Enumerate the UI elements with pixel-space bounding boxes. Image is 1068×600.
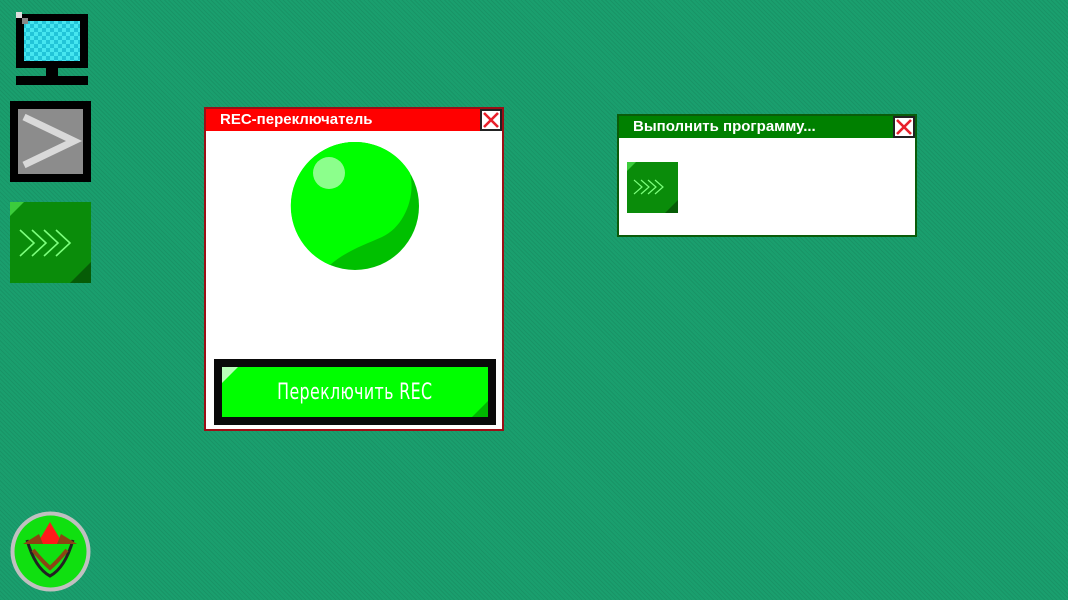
rec-toggle-window: REC-переключатель Переключить REC (204, 107, 504, 431)
run-program-window: Выполнить программу... (617, 114, 917, 237)
toggle-rec-label: Переключить REC (277, 379, 433, 405)
rec-status-indicator (290, 141, 420, 271)
run-program-icon[interactable] (10, 202, 91, 283)
run-window-close-button[interactable] (893, 116, 915, 138)
close-icon (896, 119, 912, 135)
close-icon (483, 112, 499, 128)
computer-icon[interactable] (14, 12, 90, 86)
app-logo-icon[interactable] (9, 510, 92, 593)
rec-window-close-button[interactable] (480, 109, 502, 131)
rec-window-title: REC-переключатель (220, 111, 373, 128)
run-window-title: Выполнить программу... (633, 118, 816, 135)
run-window-titlebar[interactable]: Выполнить программу... (619, 116, 915, 138)
toggle-rec-button[interactable]: Переключить REC (214, 359, 496, 425)
rec-window-titlebar[interactable]: REC-переключатель (206, 109, 502, 131)
terminal-icon[interactable] (10, 101, 91, 182)
run-arrows-icon (627, 162, 678, 213)
run-program-execute-button[interactable] (627, 162, 678, 213)
